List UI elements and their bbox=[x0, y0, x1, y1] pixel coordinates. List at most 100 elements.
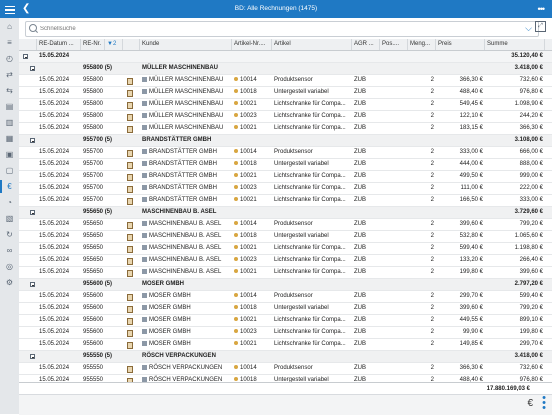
cell-article: Lichtschranke für Compa... bbox=[274, 245, 346, 251]
folder-icon[interactable]: ▢ bbox=[4, 166, 15, 175]
article-icon bbox=[234, 185, 238, 189]
document-icon[interactable] bbox=[127, 342, 133, 349]
search-box[interactable]: ⌵ bbox=[25, 21, 539, 37]
search-input[interactable] bbox=[40, 24, 490, 33]
stack-icon[interactable]: ▥ bbox=[4, 118, 15, 127]
collapse-icon[interactable] bbox=[30, 282, 35, 287]
group-row[interactable]: 955650 (5) MASCHINENBAU B. ASEL 3.729,60 € bbox=[19, 207, 552, 219]
table-row[interactable]: 15.05.2024 955800 MÜLLER MASCHINENBAU 10014… bbox=[19, 75, 552, 87]
group-row[interactable]: 15.05.2024 35.120,40 € bbox=[19, 51, 552, 63]
document-icon[interactable] bbox=[127, 174, 133, 181]
sync-icon[interactable]: ⇄ bbox=[4, 70, 15, 79]
document-icon[interactable] bbox=[127, 90, 133, 97]
column-header-qty[interactable]: Meng... bbox=[408, 39, 436, 50]
column-header-pos[interactable]: Pos.... bbox=[380, 39, 408, 50]
document-icon[interactable] bbox=[127, 114, 133, 121]
stack-icon[interactable]: ▧ bbox=[4, 214, 15, 223]
stack-icon[interactable]: ▤ bbox=[4, 102, 15, 111]
document-icon[interactable] bbox=[127, 270, 133, 277]
column-header-toggle[interactable] bbox=[19, 39, 37, 50]
list-icon[interactable]: ≡ bbox=[4, 38, 15, 47]
table-row[interactable]: 15.05.2024 955700 BRANDSTÄTTER GMBH 10021 Li… bbox=[19, 195, 552, 207]
column-header-price[interactable]: Preis bbox=[436, 39, 485, 50]
folder-icon[interactable]: ▣ bbox=[4, 150, 15, 159]
table-row[interactable]: 15.05.2024 955800 MÜLLER MASCHINENBAU 10018… bbox=[19, 87, 552, 99]
table-row[interactable]: 15.05.2024 955600 MOSER GMBH 10021 Lichtschr… bbox=[19, 315, 552, 327]
document-icon[interactable] bbox=[127, 150, 133, 157]
more-vertical-icon[interactable]: • • • bbox=[542, 393, 546, 414]
column-header-sum[interactable]: Summe bbox=[485, 39, 545, 50]
chevron-down-icon[interactable]: ⌵ bbox=[525, 22, 532, 35]
table-row[interactable]: 15.05.2024 955600 MOSER GMBH 10023 Lichtschr… bbox=[19, 327, 552, 339]
target-icon[interactable]: ◎ bbox=[4, 262, 15, 271]
link-icon[interactable]: ∞ bbox=[4, 246, 15, 255]
table-row[interactable]: 15.05.2024 955600 MOSER GMBH 10021 Lichtschr… bbox=[19, 339, 552, 351]
table-row[interactable]: 15.05.2024 955800 MÜLLER MASCHINENBAU 10023… bbox=[19, 111, 552, 123]
document-icon[interactable] bbox=[127, 78, 133, 85]
table-row[interactable]: 15.05.2024 955800 MÜLLER MASCHINENBAU 10021… bbox=[19, 99, 552, 111]
gear-icon[interactable]: ⚙ bbox=[4, 278, 15, 287]
document-icon[interactable] bbox=[127, 366, 133, 373]
euro-icon[interactable]: € bbox=[0, 180, 15, 193]
customer-name: BRANDSTÄTTER GMBH bbox=[149, 149, 218, 155]
table-row[interactable]: 15.05.2024 955600 MOSER GMBH 10014 Produktse… bbox=[19, 291, 552, 303]
collapse-icon[interactable] bbox=[30, 66, 35, 71]
table-row[interactable]: 15.05.2024 955650 MASCHINENBAU B. ASEL 1001… bbox=[19, 219, 552, 231]
sync-icon[interactable]: ⇆ bbox=[4, 86, 15, 95]
table-row[interactable]: 15.05.2024 955650 MASCHINENBAU B. ASEL 1002… bbox=[19, 243, 552, 255]
column-header-agr[interactable]: AGR ... bbox=[352, 39, 380, 50]
invoice-table: RE-Datum ... RE-Nr. ▼2 Kunde Artikel-Nr.… bbox=[19, 39, 552, 382]
group-row[interactable]: 955800 (5) MÜLLER MASCHINENBAU 3.418,00 € bbox=[19, 63, 552, 75]
euro-icon[interactable]: € bbox=[527, 398, 533, 409]
collapse-icon[interactable] bbox=[23, 54, 28, 59]
document-icon[interactable] bbox=[127, 102, 133, 109]
document-icon[interactable] bbox=[127, 294, 133, 301]
document-icon[interactable] bbox=[127, 222, 133, 229]
document-icon[interactable] bbox=[127, 258, 133, 265]
column-header-customer[interactable]: Kunde bbox=[140, 39, 232, 50]
cell-article: Lichtschranke für Compa... bbox=[274, 257, 346, 263]
collapse-icon[interactable] bbox=[30, 354, 35, 359]
cell-invoice-nr: 955600 bbox=[83, 317, 104, 323]
column-header-article[interactable]: Artikel bbox=[272, 39, 352, 50]
cell-date: 15.05.2024 bbox=[39, 149, 70, 155]
table-row[interactable]: 15.05.2024 955800 MÜLLER MASCHINENBAU 10021… bbox=[19, 123, 552, 135]
collapse-icon[interactable] bbox=[30, 210, 35, 215]
table-row[interactable]: 15.05.2024 955600 MOSER GMBH 10018 Untergest… bbox=[19, 303, 552, 315]
document-icon[interactable] bbox=[127, 162, 133, 169]
document-icon[interactable] bbox=[127, 126, 133, 133]
document-icon[interactable] bbox=[127, 246, 133, 253]
table-row[interactable]: 15.05.2024 955650 MASCHINENBAU B. ASEL 1002… bbox=[19, 255, 552, 267]
group-row[interactable]: 955550 (5) RÖSCH VERPACKUNGEN 3.418,00 € bbox=[19, 351, 552, 363]
table-row[interactable]: 15.05.2024 955550 RÖSCH VERPACKUNGEN 10018 U… bbox=[19, 375, 552, 382]
collapse-icon[interactable] bbox=[30, 138, 35, 143]
column-header-article-nr[interactable]: Artikel-Nr.... bbox=[232, 39, 272, 50]
column-header-date[interactable]: RE-Datum ... bbox=[37, 39, 81, 50]
refresh-icon[interactable]: ↻ bbox=[4, 230, 15, 239]
document-icon[interactable] bbox=[127, 306, 133, 313]
column-header-invoice-nr[interactable]: RE-Nr. bbox=[81, 39, 105, 50]
more-icon[interactable]: ••• bbox=[538, 0, 546, 18]
expand-icon[interactable]: ⤢ bbox=[535, 21, 546, 32]
stack-icon[interactable]: ▦ bbox=[4, 134, 15, 143]
table-row[interactable]: 15.05.2024 955650 MASCHINENBAU B. ASEL 1002… bbox=[19, 267, 552, 279]
home-icon[interactable]: ⌂ bbox=[4, 22, 15, 31]
document-icon[interactable] bbox=[127, 186, 133, 193]
group-row[interactable]: 955700 (5) BRANDSTÄTTER GMBH 3.108,00 € bbox=[19, 135, 552, 147]
cell-sum: 976,80 € bbox=[519, 377, 543, 382]
sort-descending-icon[interactable]: ▼2 bbox=[105, 39, 123, 50]
document-icon[interactable] bbox=[127, 330, 133, 337]
clock-icon[interactable]: ◴ bbox=[4, 54, 15, 63]
table-row[interactable]: 15.05.2024 955700 BRANDSTÄTTER GMBH 10023 Li… bbox=[19, 183, 552, 195]
table-row[interactable]: 15.05.2024 955700 BRANDSTÄTTER GMBH 10021 Li… bbox=[19, 171, 552, 183]
pie-chart-icon[interactable]: ◔ bbox=[4, 198, 15, 207]
table-row[interactable]: 15.05.2024 955700 BRANDSTÄTTER GMBH 10014 Pr… bbox=[19, 147, 552, 159]
document-icon[interactable] bbox=[127, 234, 133, 241]
table-row[interactable]: 15.05.2024 955700 BRANDSTÄTTER GMBH 10018 Un… bbox=[19, 159, 552, 171]
document-icon[interactable] bbox=[127, 198, 133, 205]
group-row[interactable]: 955600 (5) MOSER GMBH 2.797,20 € bbox=[19, 279, 552, 291]
document-icon[interactable] bbox=[127, 318, 133, 325]
table-row[interactable]: 15.05.2024 955650 MASCHINENBAU B. ASEL 1001… bbox=[19, 231, 552, 243]
customer-icon bbox=[142, 269, 147, 274]
table-row[interactable]: 15.05.2024 955550 RÖSCH VERPACKUNGEN 10014 P… bbox=[19, 363, 552, 375]
